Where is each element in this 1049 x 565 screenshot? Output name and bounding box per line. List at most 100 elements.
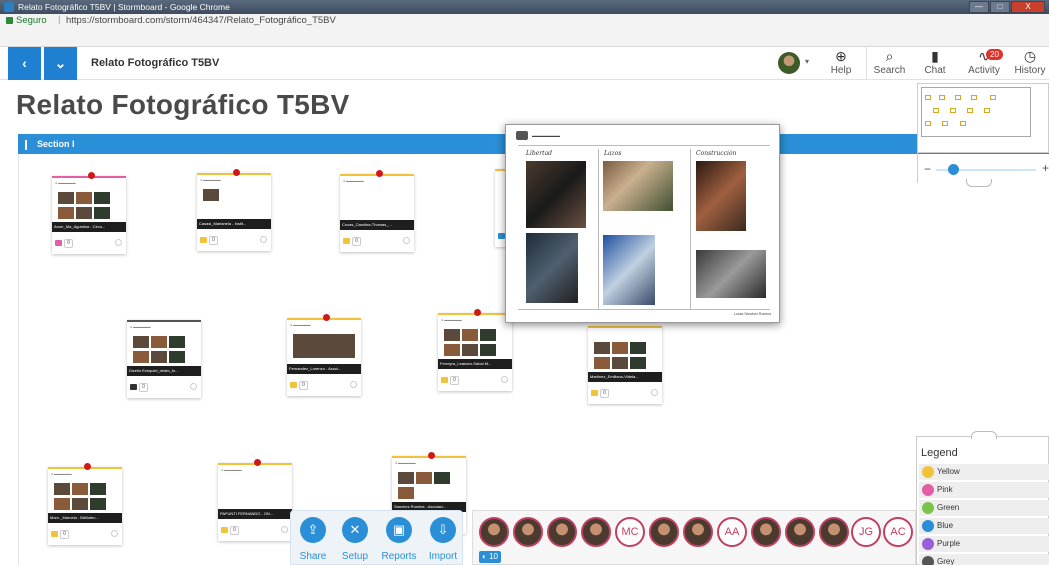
collapse-handle[interactable] bbox=[971, 431, 997, 439]
app-header: ‹ ⌄ Relato Fotográfico T5BV ▾ ⊕ Help ⌕ S… bbox=[0, 47, 1049, 80]
legend-panel[interactable]: Legend Yellow Pink Green Blue Purple Gre… bbox=[916, 431, 1049, 565]
sticky-card[interactable]: ● ▬▬▬▬▬ Casasl_Marianela - Instit... 0 bbox=[197, 169, 271, 251]
chat-button[interactable]: ▮ Chat bbox=[912, 47, 958, 80]
share-icon: ⇪ bbox=[300, 517, 326, 543]
sticky-card[interactable]: ● ▬▬▬▬▬ Fernandez_Lorenzo - Asoci... 0 bbox=[287, 314, 361, 396]
card-preview-popup[interactable]: ▬▬▬▬▬▬▬ Libertad Lazos Construcción Luca… bbox=[505, 124, 780, 323]
comment-icon[interactable] bbox=[498, 233, 505, 239]
setup-button[interactable]: ✕ Setup bbox=[333, 517, 377, 562]
card-meta: ● ▬▬▬▬▬ bbox=[51, 472, 72, 476]
color-swatch bbox=[922, 520, 934, 532]
sticky-card[interactable]: ● ▬▬▬▬▬ Amor_Ma_Agustina - Circu... 0 bbox=[52, 172, 126, 254]
activity-button[interactable]: ∿ 20 Activity bbox=[958, 47, 1010, 80]
minimap-viewport[interactable] bbox=[921, 87, 1031, 137]
sticky-card[interactable]: ● ▬▬▬▬▬ PAFUNTI FERNANDO - ON... 0 bbox=[218, 459, 292, 541]
clock-icon: ◷ bbox=[1023, 48, 1037, 64]
legend-item[interactable]: Grey bbox=[919, 554, 1049, 565]
comment-icon[interactable] bbox=[51, 531, 58, 537]
comment-icon[interactable] bbox=[221, 527, 228, 533]
collaborator-count[interactable]: ◐ 10 bbox=[479, 551, 501, 563]
caret-down-icon[interactable]: ▾ bbox=[805, 57, 809, 66]
separator: | bbox=[58, 14, 61, 25]
card-meta: ● ▬▬▬▬▬ bbox=[290, 323, 311, 327]
legend-item[interactable]: Pink bbox=[919, 482, 1049, 498]
zoom-in-icon[interactable]: + bbox=[1042, 161, 1049, 175]
info-icon[interactable] bbox=[350, 381, 357, 388]
history-label: History bbox=[1014, 65, 1046, 76]
comment-icon[interactable] bbox=[343, 238, 350, 244]
info-icon[interactable] bbox=[190, 383, 197, 390]
comment-count: 0 bbox=[450, 376, 459, 385]
zoom-handle[interactable] bbox=[948, 164, 959, 175]
comment-icon[interactable] bbox=[55, 240, 62, 246]
avatar-initials[interactable]: JG bbox=[851, 517, 881, 547]
zoom-out-icon[interactable]: − bbox=[924, 162, 931, 176]
avatar[interactable] bbox=[785, 517, 815, 547]
help-button[interactable]: ⊕ Help bbox=[826, 47, 856, 80]
window-controls: — □ X bbox=[969, 1, 1045, 13]
zoom-control[interactable]: − + bbox=[917, 153, 1049, 187]
comment-icon[interactable] bbox=[200, 237, 207, 243]
maximize-button[interactable]: □ bbox=[990, 1, 1010, 13]
card-label: PAFUNTI FERNANDO - ON... bbox=[218, 509, 292, 519]
history-button[interactable]: ◷ History bbox=[1010, 47, 1049, 80]
comment-icon[interactable] bbox=[591, 390, 598, 396]
import-button[interactable]: ⇩ Import bbox=[421, 517, 465, 562]
info-icon[interactable] bbox=[115, 239, 122, 246]
url-text[interactable]: https://stormboard.com/storm/464347/Rela… bbox=[66, 15, 336, 26]
minimize-button[interactable]: — bbox=[969, 1, 989, 13]
color-swatch bbox=[922, 466, 934, 478]
avatar[interactable] bbox=[581, 517, 611, 547]
card-meta: ● ▬▬▬▬▬ bbox=[441, 318, 462, 322]
sticky-card-selected[interactable]: ● ▬▬▬▬▬ Ferreyra_Leandro-Sabal M... 0 bbox=[438, 309, 512, 391]
search-button[interactable]: ⌕ Search bbox=[866, 47, 912, 80]
legend-label: Purple bbox=[937, 539, 961, 548]
color-swatch bbox=[922, 484, 934, 496]
comment-icon[interactable] bbox=[290, 382, 297, 388]
card-thumbnails bbox=[58, 192, 120, 220]
lock-icon bbox=[6, 17, 13, 24]
avatar-initials[interactable]: AA bbox=[717, 517, 747, 547]
back-button[interactable]: ‹ bbox=[8, 47, 41, 80]
close-button[interactable]: X bbox=[1011, 1, 1045, 13]
collapse-handle[interactable] bbox=[966, 179, 992, 187]
comment-icon[interactable] bbox=[441, 377, 448, 383]
address-bar[interactable]: Seguro | https://stormboard.com/storm/46… bbox=[0, 14, 1049, 47]
avatar[interactable] bbox=[751, 517, 781, 547]
sticky-card[interactable]: Martinez_Emiliano-Videla... 0 bbox=[588, 326, 662, 404]
sticky-card[interactable]: ● ▬▬▬▬▬ Moro _Marcela - Bibliotec... 0 bbox=[48, 463, 122, 545]
avatar-initials[interactable]: MC bbox=[615, 517, 645, 547]
info-icon[interactable] bbox=[403, 237, 410, 244]
legend-item[interactable]: Blue bbox=[919, 518, 1049, 534]
avatar[interactable] bbox=[649, 517, 679, 547]
sticky-card[interactable]: ● ▬▬▬▬▬ Dicelio Ezequiel_relato_fo... 0 bbox=[127, 320, 201, 398]
minimap[interactable] bbox=[917, 83, 1049, 153]
info-icon[interactable] bbox=[501, 376, 508, 383]
collaborators-bar: MC AA JG AC ◐ 10 bbox=[472, 510, 916, 565]
column-label-1: Libertad bbox=[526, 150, 552, 157]
avatar[interactable] bbox=[683, 517, 713, 547]
comment-icon[interactable] bbox=[130, 384, 137, 390]
info-icon[interactable] bbox=[260, 236, 267, 243]
legend-item[interactable]: Purple bbox=[919, 536, 1049, 552]
legend-label: Yellow bbox=[937, 467, 960, 476]
avatar[interactable] bbox=[547, 517, 577, 547]
avatar[interactable] bbox=[479, 517, 509, 547]
legend-item[interactable]: Green bbox=[919, 500, 1049, 516]
column-label-3: Construcción bbox=[696, 150, 737, 157]
share-button[interactable]: ⇪ Share bbox=[291, 517, 335, 562]
info-icon[interactable] bbox=[111, 530, 118, 537]
card-label: Casasl_Marianela - Instit... bbox=[197, 219, 271, 229]
reports-button[interactable]: ▣ Reports bbox=[377, 517, 421, 562]
user-avatar[interactable] bbox=[778, 52, 800, 74]
menu-button[interactable]: ⌄ bbox=[44, 47, 77, 80]
sticky-card[interactable]: ● ▬▬▬▬▬ Cuvas_Carolina-Thomas_... 0 bbox=[340, 170, 414, 252]
avatar[interactable] bbox=[819, 517, 849, 547]
avatar-initials[interactable]: AC bbox=[883, 517, 913, 547]
avatar[interactable] bbox=[513, 517, 543, 547]
card-label: Dicelio Ezequiel_relato_fo... bbox=[127, 366, 201, 376]
legend-item[interactable]: Yellow bbox=[919, 464, 1049, 480]
color-swatch bbox=[922, 502, 934, 514]
info-icon[interactable] bbox=[651, 389, 658, 396]
info-icon[interactable] bbox=[281, 526, 288, 533]
